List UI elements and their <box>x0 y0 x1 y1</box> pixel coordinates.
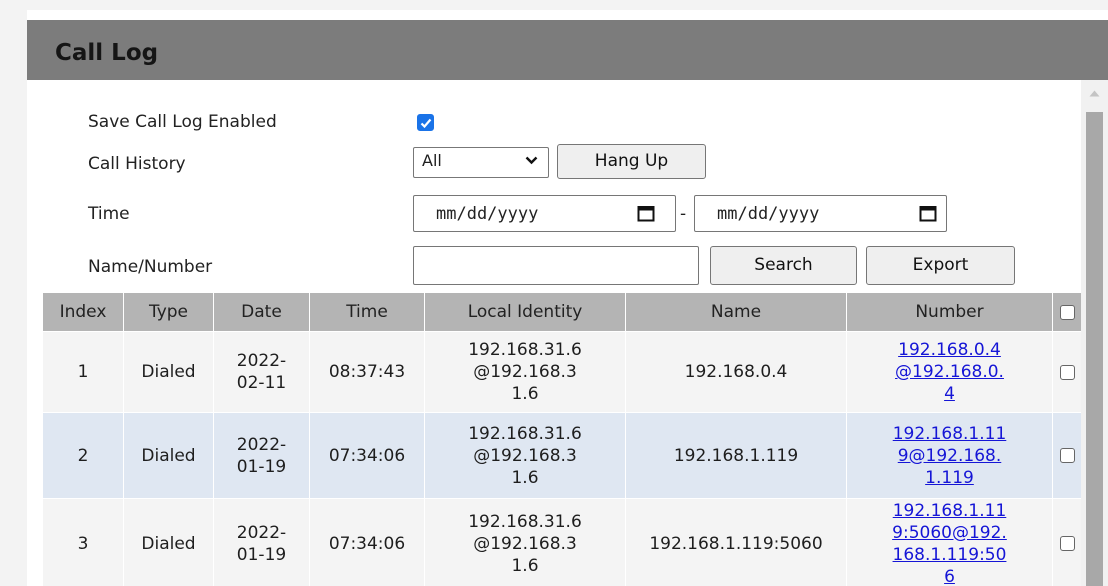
page-title: Call Log <box>55 40 159 66</box>
column-header-index: Index <box>42 292 124 332</box>
call-history-select[interactable]: All <box>413 147 549 178</box>
date-separator: - <box>680 204 687 224</box>
vertical-scrollbar[interactable] <box>1081 80 1108 586</box>
call-history-value: All <box>422 151 442 170</box>
calendar-icon[interactable] <box>919 204 937 222</box>
save-call-log-checkbox[interactable] <box>417 114 434 131</box>
save-call-log-label: Save Call Log Enabled <box>88 112 277 132</box>
cell-number-link[interactable]: 192.168.1.119:5060@192.168.1.119:506 <box>846 498 1053 586</box>
cell-number-link[interactable]: 192.168.0.4@192.168.0.4 <box>846 331 1053 413</box>
cell-type: Dialed <box>123 331 214 413</box>
cell-date: 2022-01-19 <box>213 498 310 586</box>
cell-date: 2022-01-19 <box>213 412 310 499</box>
cell-time: 08:37:43 <box>309 331 425 413</box>
cell-date: 2022-02-11 <box>213 331 310 413</box>
scroll-up-arrow-icon[interactable] <box>1089 90 1100 97</box>
export-button[interactable]: Export <box>866 246 1015 285</box>
row-checkbox-cell[interactable] <box>1052 331 1083 413</box>
column-header-local-identity: Local Identity <box>424 292 626 332</box>
cell-index: 2 <box>42 412 124 499</box>
search-button[interactable]: Search <box>710 246 857 285</box>
cell-name: 192.168.1.119:5060 <box>625 498 847 586</box>
table-row: 2 Dialed 2022-01-19 07:34:06 192.168.31.… <box>42 412 1083 499</box>
row-checkbox-cell[interactable] <box>1052 412 1083 499</box>
call-log-panel: Call Log Save Call Log Enabled Call Hist… <box>27 10 1108 586</box>
title-bar: Call Log <box>27 20 1108 80</box>
cell-local-identity: 192.168.31.6@192.168.31.6 <box>424 412 626 499</box>
time-label: Time <box>88 204 130 224</box>
cell-number-link[interactable]: 192.168.1.119@192.168.1.119 <box>846 412 1053 499</box>
column-header-name: Name <box>625 292 847 332</box>
cell-type: Dialed <box>123 498 214 586</box>
select-all-checkbox[interactable] <box>1060 304 1075 320</box>
calendar-icon[interactable] <box>637 204 655 222</box>
column-header-type: Type <box>123 292 214 332</box>
cell-type: Dialed <box>123 412 214 499</box>
date-from-input[interactable]: mm/dd/yyyy <box>413 195 676 232</box>
table-row: 3 Dialed 2022-01-19 07:34:06 192.168.31.… <box>42 498 1083 586</box>
row-checkbox[interactable] <box>1060 448 1075 463</box>
column-header-number: Number <box>846 292 1053 332</box>
row-checkbox[interactable] <box>1060 536 1075 551</box>
cell-local-identity: 192.168.31.6@192.168.31.6 <box>424 331 626 413</box>
cell-name: 192.168.0.4 <box>625 331 847 413</box>
table-row: 1 Dialed 2022-02-11 08:37:43 192.168.31.… <box>42 331 1083 413</box>
date-to-input[interactable]: mm/dd/yyyy <box>694 195 947 232</box>
scrollbar-thumb[interactable] <box>1086 112 1103 586</box>
date-to-placeholder: mm/dd/yyyy <box>717 204 820 224</box>
name-number-input[interactable] <box>413 246 699 285</box>
cell-index: 1 <box>42 331 124 413</box>
cell-name: 192.168.1.119 <box>625 412 847 499</box>
column-header-date: Date <box>213 292 310 332</box>
checkmark-icon <box>420 118 432 129</box>
table-header-row: Index Type Date Time Local Identity Name… <box>42 292 1083 332</box>
call-log-table: Index Type Date Time Local Identity Name… <box>42 292 1083 586</box>
cell-index: 3 <box>42 498 124 586</box>
select-all-checkbox-cell[interactable] <box>1052 292 1083 332</box>
cell-local-identity: 192.168.31.6@192.168.31.6 <box>424 498 626 586</box>
row-checkbox[interactable] <box>1060 364 1075 380</box>
name-number-label: Name/Number <box>88 257 213 277</box>
cell-time: 07:34:06 <box>309 412 425 499</box>
cell-time: 07:34:06 <box>309 498 425 586</box>
chevron-down-icon <box>525 156 538 165</box>
date-from-placeholder: mm/dd/yyyy <box>436 204 539 224</box>
hang-up-button[interactable]: Hang Up <box>557 144 706 179</box>
row-checkbox-cell[interactable] <box>1052 498 1083 586</box>
column-header-time: Time <box>309 292 425 332</box>
call-history-label: Call History <box>88 154 186 174</box>
